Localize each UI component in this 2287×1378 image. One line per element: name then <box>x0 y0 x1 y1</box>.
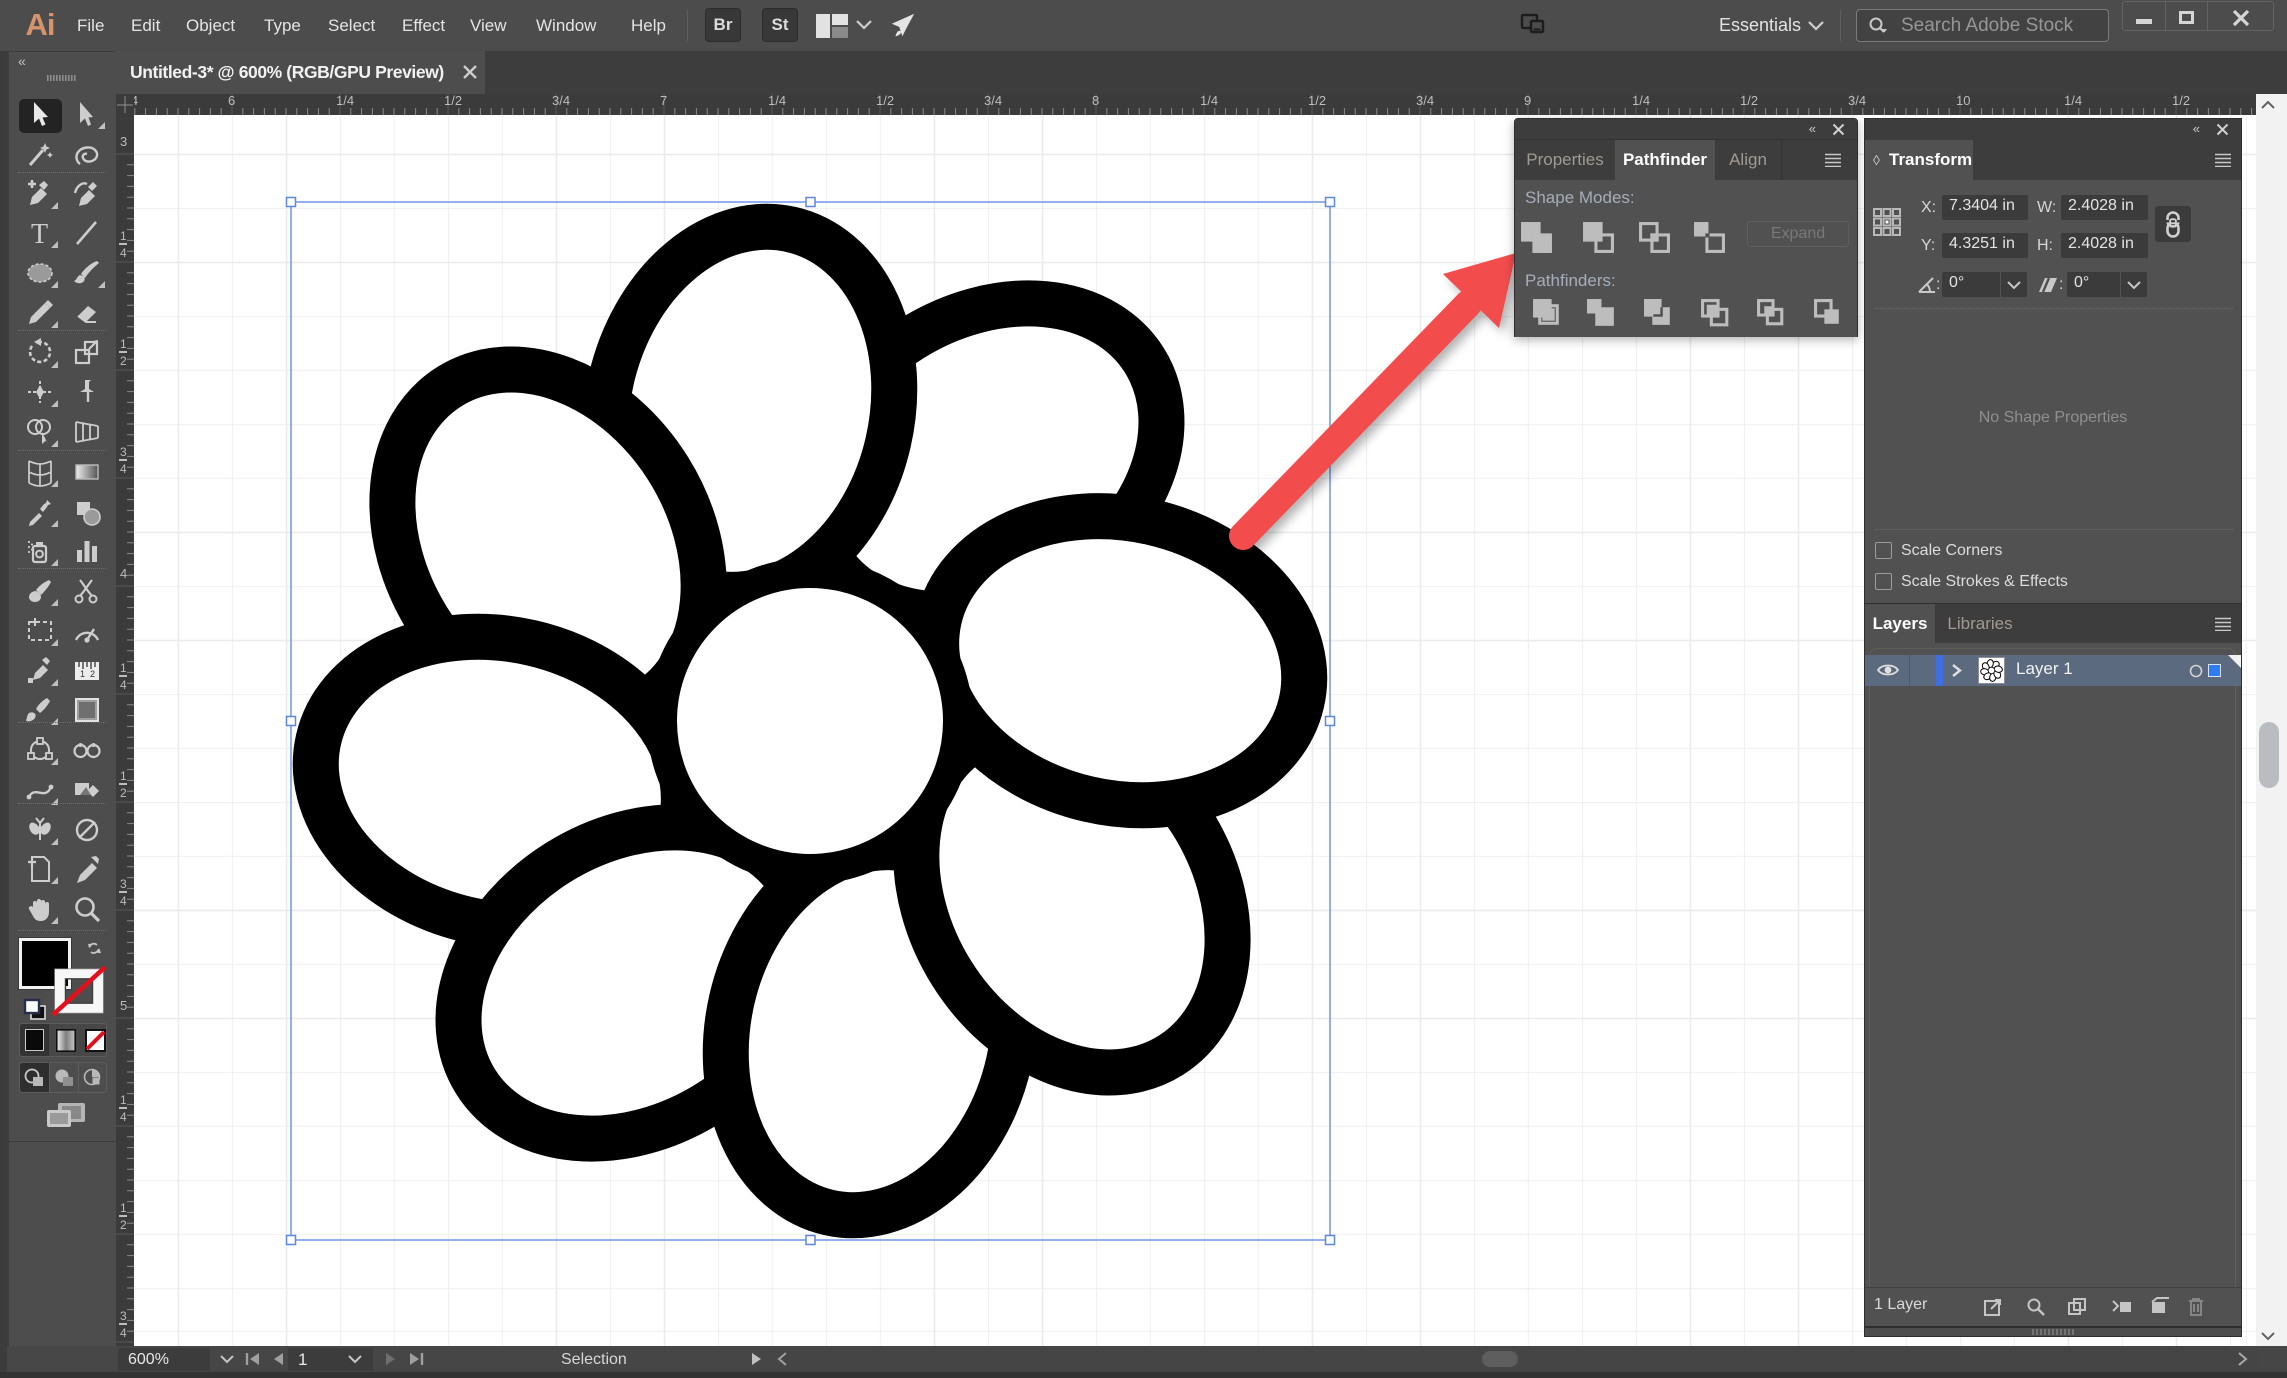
svg-text:1: 1 <box>120 1093 127 1107</box>
svg-text:3: 3 <box>120 877 127 891</box>
svg-text:4: 4 <box>120 678 127 692</box>
svg-text:3: 3 <box>120 134 127 149</box>
svg-text:4: 4 <box>120 462 127 476</box>
svg-text:1/4: 1/4 <box>336 94 354 108</box>
svg-text:1: 1 <box>120 661 127 675</box>
svg-text:2: 2 <box>90 669 95 679</box>
svg-text:1/4: 1/4 <box>1632 94 1650 108</box>
svg-text:3/4: 3/4 <box>1848 94 1866 108</box>
svg-text:1/4: 1/4 <box>768 94 786 108</box>
svg-text:2: 2 <box>120 354 127 368</box>
svg-text:2: 2 <box>120 1218 127 1232</box>
svg-text:4: 4 <box>120 246 127 260</box>
svg-text:4: 4 <box>120 1326 127 1340</box>
svg-text:5: 5 <box>120 998 127 1013</box>
svg-text:7: 7 <box>660 94 667 108</box>
svg-text:8: 8 <box>1092 94 1099 108</box>
svg-text:1: 1 <box>120 337 127 351</box>
svg-text:10: 10 <box>1956 94 1970 108</box>
svg-text:4: 4 <box>120 894 127 908</box>
svg-text:3: 3 <box>120 1309 127 1323</box>
svg-text:1/4: 1/4 <box>2064 94 2082 108</box>
svg-text:T: T <box>31 219 48 248</box>
svg-text:4: 4 <box>120 566 127 581</box>
svg-text:6: 6 <box>228 94 235 108</box>
svg-text:1: 1 <box>120 229 127 243</box>
svg-text:1: 1 <box>80 669 85 679</box>
svg-text:1/2: 1/2 <box>1308 94 1326 108</box>
svg-text:1/2: 1/2 <box>1740 94 1758 108</box>
svg-text:1/4: 1/4 <box>1200 94 1218 108</box>
svg-text:3: 3 <box>120 445 127 459</box>
svg-text:3/4: 3/4 <box>1416 94 1434 108</box>
svg-text:1: 1 <box>120 1201 127 1215</box>
svg-text:3/4: 3/4 <box>552 94 570 108</box>
svg-text:4: 4 <box>120 1110 127 1124</box>
svg-text:1/2: 1/2 <box>876 94 894 108</box>
svg-text:9: 9 <box>1524 94 1531 108</box>
svg-text:2: 2 <box>120 786 127 800</box>
svg-text:1/2: 1/2 <box>444 94 462 108</box>
svg-text:1: 1 <box>120 769 127 783</box>
svg-text:1/2: 1/2 <box>2172 94 2190 108</box>
svg-text:3/4: 3/4 <box>984 94 1002 108</box>
